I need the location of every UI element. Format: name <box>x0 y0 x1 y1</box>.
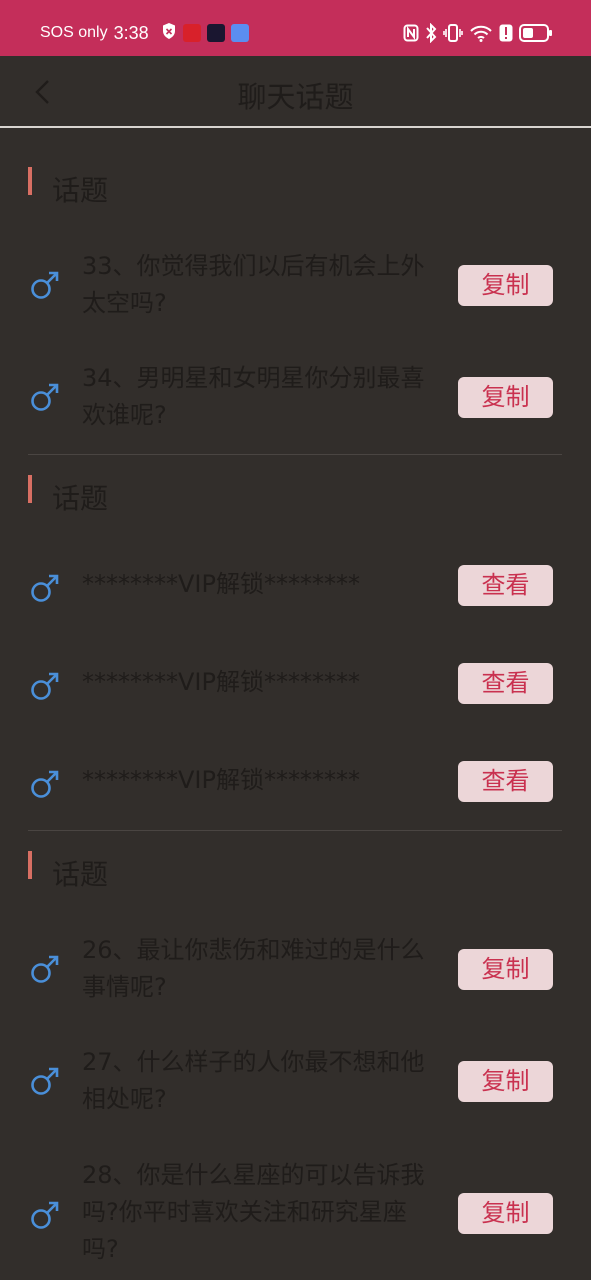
bluetooth-icon <box>425 23 437 43</box>
copy-button[interactable]: 复制 <box>458 1061 553 1102</box>
male-icon <box>30 1066 60 1096</box>
male-icon <box>30 954 60 984</box>
section-title: 话题 <box>52 858 109 891</box>
vip-locked-text: ********VIP解锁******** <box>82 766 360 794</box>
male-icon <box>30 671 60 701</box>
app-icon-dark <box>206 24 225 42</box>
vibrate-icon <box>443 23 463 43</box>
view-button[interactable]: 查看 <box>458 761 553 802</box>
copy-button[interactable]: 复制 <box>458 377 553 418</box>
clock: 3:38 <box>113 22 149 43</box>
topic-text: 33、你觉得我们以后有机会上外太空吗? <box>82 252 425 317</box>
male-icon <box>30 270 60 300</box>
section-accent-bar <box>28 167 32 195</box>
copy-button[interactable]: 复制 <box>458 949 553 990</box>
vip-locked-text: ********VIP解锁******** <box>82 668 360 696</box>
nfc-icon <box>403 24 419 42</box>
view-button[interactable]: 查看 <box>458 565 553 606</box>
section-title: 话题 <box>52 482 109 515</box>
male-icon <box>30 573 60 603</box>
male-icon <box>30 382 60 412</box>
wifi-icon <box>469 24 493 42</box>
copy-button[interactable]: 复制 <box>458 1193 553 1234</box>
view-button[interactable]: 查看 <box>458 663 553 704</box>
app-icon-blue <box>230 24 249 42</box>
page-title: 聊天话题 <box>237 80 354 114</box>
male-icon <box>30 1200 60 1230</box>
shield-icon <box>161 22 177 44</box>
topic-text: 27、什么样子的人你最不想和他相处呢? <box>82 1048 425 1113</box>
alert-icon <box>499 24 513 42</box>
vip-locked-text: ********VIP解锁******** <box>82 570 360 598</box>
section-accent-bar <box>28 475 32 503</box>
section-title: 话题 <box>52 174 109 207</box>
status-bar-left: SOS only 3:38 <box>40 20 249 46</box>
section-accent-bar <box>28 851 32 879</box>
copy-button[interactable]: 复制 <box>458 265 553 306</box>
carrier-label: SOS only <box>40 24 108 41</box>
app-bar: 聊天话题 <box>0 56 591 128</box>
status-bar: SOS only 3:38 <box>0 0 591 56</box>
status-bar-right <box>403 22 553 44</box>
topic-text: 34、男明星和女明星你分别最喜欢谁呢? <box>82 364 425 429</box>
section-divider <box>28 454 562 455</box>
male-icon <box>30 769 60 799</box>
app-icon-red <box>182 24 201 42</box>
section-divider <box>28 830 562 831</box>
topic-text: 26、最让你悲伤和难过的是什么事情呢? <box>82 936 425 1001</box>
topic-text: 28、你是什么星座的可以告诉我吗?你平时喜欢关注和研究星座吗? <box>82 1161 425 1263</box>
battery-icon <box>519 24 553 42</box>
